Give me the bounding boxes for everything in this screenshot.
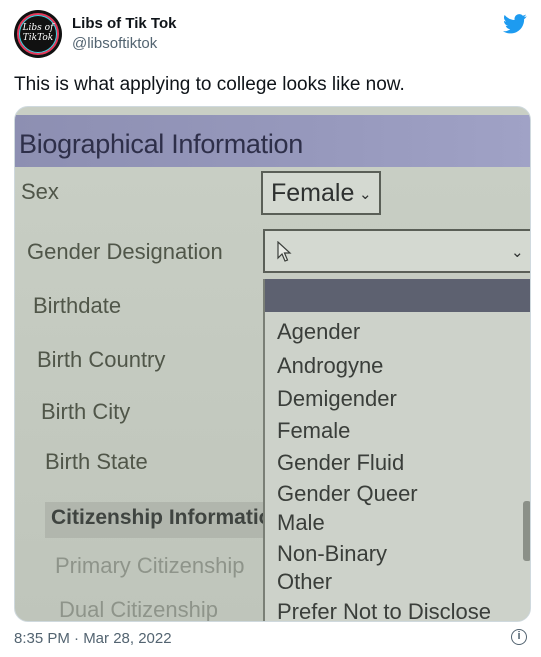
- gender-designation-label: Gender Designation: [27, 239, 223, 264]
- chevron-down-icon: ⌄: [511, 244, 524, 261]
- dual-citizenship-label: Dual Citizenship: [59, 597, 218, 622]
- dropdown-option[interactable]: Non-Binary: [277, 541, 387, 567]
- sex-label: Sex: [21, 179, 59, 204]
- dropdown-option[interactable]: Gender Fluid: [277, 450, 404, 476]
- tweet-header: Libs of TikTok Libs of Tik Tok @libsofti…: [14, 10, 527, 58]
- tweet-photo[interactable]: Biographical Information Sex Female ⌄ Ge…: [14, 106, 531, 622]
- citizenship-section-header: Citizenship Informatio: [45, 502, 275, 538]
- dropdown-option[interactable]: Gender Queer: [277, 481, 418, 507]
- display-name[interactable]: Libs of Tik Tok: [72, 14, 176, 34]
- gender-dropdown-list[interactable]: Agender Androgyne Demigender Female Gend…: [263, 279, 530, 621]
- handle[interactable]: @libsoftiktok: [72, 34, 176, 54]
- dropdown-option[interactable]: Prefer Not to Disclose: [277, 599, 491, 621]
- dropdown-option[interactable]: Demigender: [277, 386, 397, 412]
- avatar-logo-text: Libs of TikTok: [22, 23, 54, 43]
- section-title: Biographical Information: [19, 129, 303, 159]
- avatar[interactable]: Libs of TikTok: [14, 10, 62, 58]
- dropdown-option[interactable]: Agender: [277, 319, 360, 345]
- dropdown-option[interactable]: Female: [277, 418, 350, 444]
- sex-select[interactable]: Female ⌄: [261, 171, 381, 215]
- section-header-bar: Biographical Information: [15, 115, 530, 167]
- sex-select-value: Female: [271, 179, 355, 207]
- gender-select[interactable]: ⌄: [263, 229, 530, 273]
- dropdown-option[interactable]: Androgyne: [277, 353, 383, 379]
- tweet-timestamp[interactable]: 8:35 PM · Mar 28, 2022: [14, 630, 172, 647]
- dropdown-option[interactable]: Other: [277, 569, 332, 595]
- citizenship-title: Citizenship Informatio: [51, 506, 272, 529]
- birth-country-label: Birth Country: [37, 347, 166, 372]
- dropdown-option[interactable]: Male: [277, 510, 325, 536]
- birthdate-label: Birthdate: [33, 293, 122, 318]
- primary-citizenship-label: Primary Citizenship: [55, 553, 245, 578]
- info-icon[interactable]: i: [511, 629, 527, 645]
- author-names: Libs of Tik Tok @libsoftiktok: [72, 14, 176, 54]
- birth-city-label: Birth City: [41, 399, 131, 424]
- twitter-bird-icon[interactable]: [503, 14, 527, 34]
- mouse-cursor-icon: [277, 241, 292, 262]
- tweet-text: This is what applying to college looks l…: [14, 74, 405, 95]
- chevron-down-icon: ⌄: [359, 186, 372, 203]
- dropdown-scrollbar[interactable]: [523, 501, 530, 561]
- dropdown-highlighted-blank-option[interactable]: [265, 279, 530, 312]
- birth-state-label: Birth State: [45, 449, 148, 474]
